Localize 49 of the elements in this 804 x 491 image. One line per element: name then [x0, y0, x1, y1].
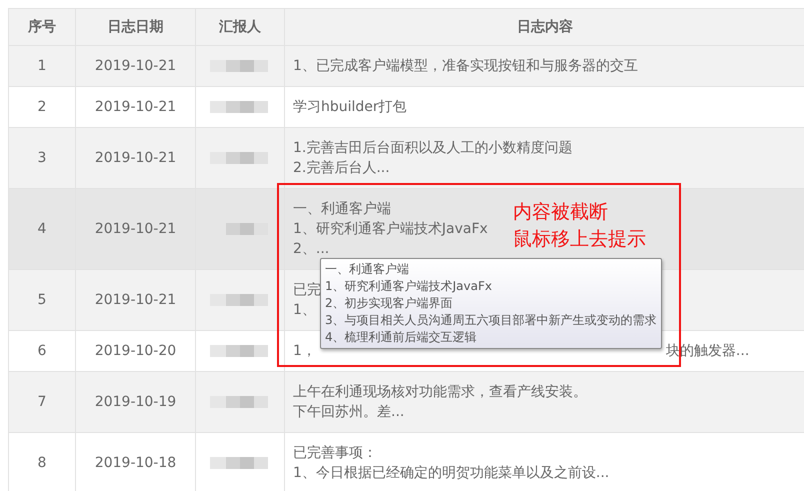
- blurred-name: [210, 99, 270, 115]
- column-header: 汇报人: [219, 18, 261, 37]
- log-text: 1.完善吉田后台面积以及人工的小数精度问题: [293, 139, 572, 158]
- table-cell-text: 2: [38, 98, 46, 117]
- table-cell-text: 5: [38, 291, 46, 310]
- log-text: 下午回苏州。差...: [293, 403, 404, 422]
- blurred-name: [210, 150, 270, 166]
- table-cell-text: 2019-10-21: [94, 220, 176, 239]
- log-text: 1、研究利通客户端技术JavaFx: [293, 220, 488, 239]
- table-cell-text: 2019-10-21: [94, 149, 176, 168]
- log-text: 已完: [293, 281, 321, 300]
- table-cell-text: 8: [38, 454, 46, 473]
- blurred-name: [210, 343, 270, 359]
- annotation-text: 内容被截断: [513, 200, 609, 225]
- log-text: 学习hbuilder打包: [293, 98, 407, 117]
- column-header: 序号: [28, 18, 56, 37]
- table-cell-text: 3: [38, 149, 46, 168]
- tooltip-text: 一、利通客户端: [325, 261, 410, 278]
- table-cell-text: 2019-10-21: [94, 98, 176, 117]
- blurred-name: [210, 58, 270, 74]
- table-cell-text: 2019-10-21: [94, 57, 176, 76]
- annotation-text: 鼠标移上去提示: [513, 227, 646, 252]
- table-cell-text: 7: [38, 393, 46, 412]
- table-cell-text: 1: [38, 57, 46, 76]
- table-cell-text: 6: [38, 342, 46, 361]
- log-text: 2、...: [293, 240, 330, 259]
- blurred-name: [210, 394, 270, 410]
- table-cell-text: 2019-10-20: [94, 342, 176, 361]
- table-cell-text: 4: [38, 220, 46, 239]
- log-text: 1，: [293, 342, 316, 361]
- log-text: 2.完善后台人...: [293, 159, 390, 178]
- tooltip-text: 2、初步实现客户端界面: [325, 295, 454, 312]
- tooltip-text: 4、梳理利通前后端交互逻辑: [325, 329, 478, 346]
- log-text: 1、: [293, 301, 316, 320]
- log-text: 已完善事项：: [293, 444, 377, 463]
- log-text: 一、利通客户端: [293, 200, 391, 219]
- log-text: 上午在利通现场核对功能需求，查看产线安装。: [293, 383, 587, 402]
- log-text: 1、今日根据已经确定的明贺功能菜单以及之前设...: [293, 464, 610, 483]
- column-header: 日志日期: [108, 18, 164, 37]
- column-header: 日志内容: [517, 18, 573, 37]
- blurred-name: [210, 292, 270, 308]
- log-text: 块的触发器...: [666, 342, 750, 361]
- tooltip-text: 3、与项目相关人员沟通周五六项目部署中新产生或变动的需求: [325, 312, 657, 329]
- tooltip-text: 1、研究利通客户端技术JavaFx: [325, 278, 493, 295]
- table-cell-text: 2019-10-21: [94, 291, 176, 310]
- blurred-name: [210, 455, 270, 471]
- log-text: 1、已完成客户端模型，准备实现按钮和与服务器的交互: [293, 57, 638, 76]
- table-cell-text: 2019-10-18: [94, 454, 176, 473]
- table-cell-text: 2019-10-19: [94, 393, 176, 412]
